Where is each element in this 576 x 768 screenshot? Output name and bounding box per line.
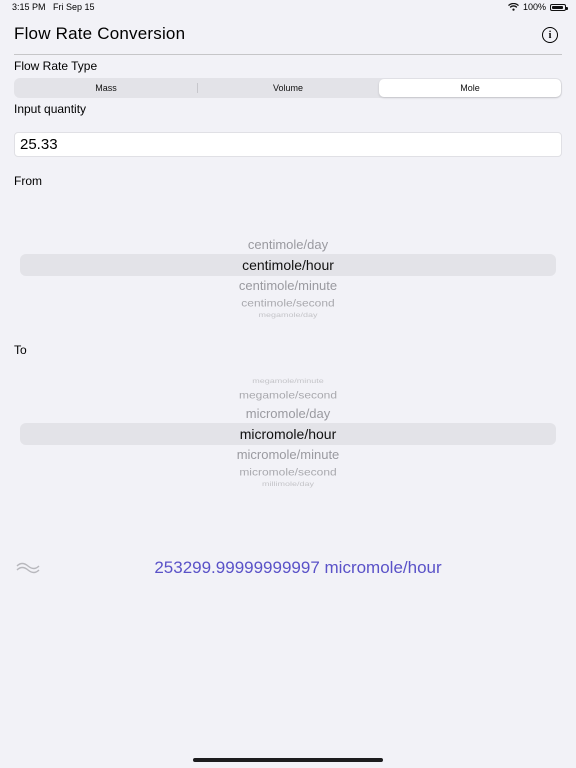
battery-icon	[550, 3, 568, 11]
page-title: Flow Rate Conversion	[14, 24, 186, 43]
to-picker-item[interactable]: micromole/day	[20, 406, 556, 421]
info-button[interactable]: i	[542, 27, 558, 43]
info-icon: i	[548, 29, 552, 41]
to-picker-item[interactable]: millimole/day	[20, 481, 556, 488]
to-picker-item-selected[interactable]: micromole/hour	[20, 426, 556, 442]
flow-type-label: Flow Rate Type	[14, 59, 98, 73]
home-indicator[interactable]	[193, 758, 383, 762]
header-divider	[14, 54, 562, 55]
battery-percent: 100%	[522, 2, 546, 12]
from-picker-item[interactable]: megamole/day	[20, 312, 556, 319]
quantity-input[interactable]: 25.33	[14, 132, 562, 157]
segment-mole[interactable]: Mole	[379, 79, 561, 97]
from-label: From	[14, 174, 42, 188]
status-indicators: 100%	[508, 2, 568, 12]
to-picker-item[interactable]: micromole/minute	[20, 447, 556, 462]
conversion-result: 253299.99999999997 micromole/hour	[154, 558, 442, 577]
from-picker-item-selected[interactable]: centimole/hour	[20, 257, 556, 273]
to-picker-item[interactable]: megamole/second	[20, 389, 556, 401]
from-picker-item[interactable]: centimole/minute	[20, 278, 556, 293]
to-picker-item[interactable]: micromole/second	[20, 466, 556, 478]
from-unit-picker[interactable]: centimole/day centimole/hour centimole/m…	[20, 234, 556, 324]
status-time-text: 3:15 PM	[12, 2, 46, 12]
input-quantity-label: Input quantity	[14, 102, 87, 116]
status-date-text: Fri Sep 15	[53, 2, 95, 12]
to-label: To	[14, 343, 27, 357]
to-picker-item[interactable]: megamole/minute	[20, 378, 556, 385]
status-time: 3:15 PM Fri Sep 15	[12, 2, 95, 12]
segment-mass[interactable]: Mass	[15, 79, 197, 97]
segment-volume[interactable]: Volume	[197, 79, 379, 97]
flow-type-segmented-control[interactable]: Mass Volume Mole	[14, 78, 562, 98]
from-picker-item[interactable]: centimole/day	[20, 237, 556, 252]
from-picker-item[interactable]: centimole/second	[20, 297, 556, 309]
wifi-icon	[508, 3, 519, 11]
to-unit-picker[interactable]: megamole/minute megamole/second micromol…	[20, 374, 556, 494]
